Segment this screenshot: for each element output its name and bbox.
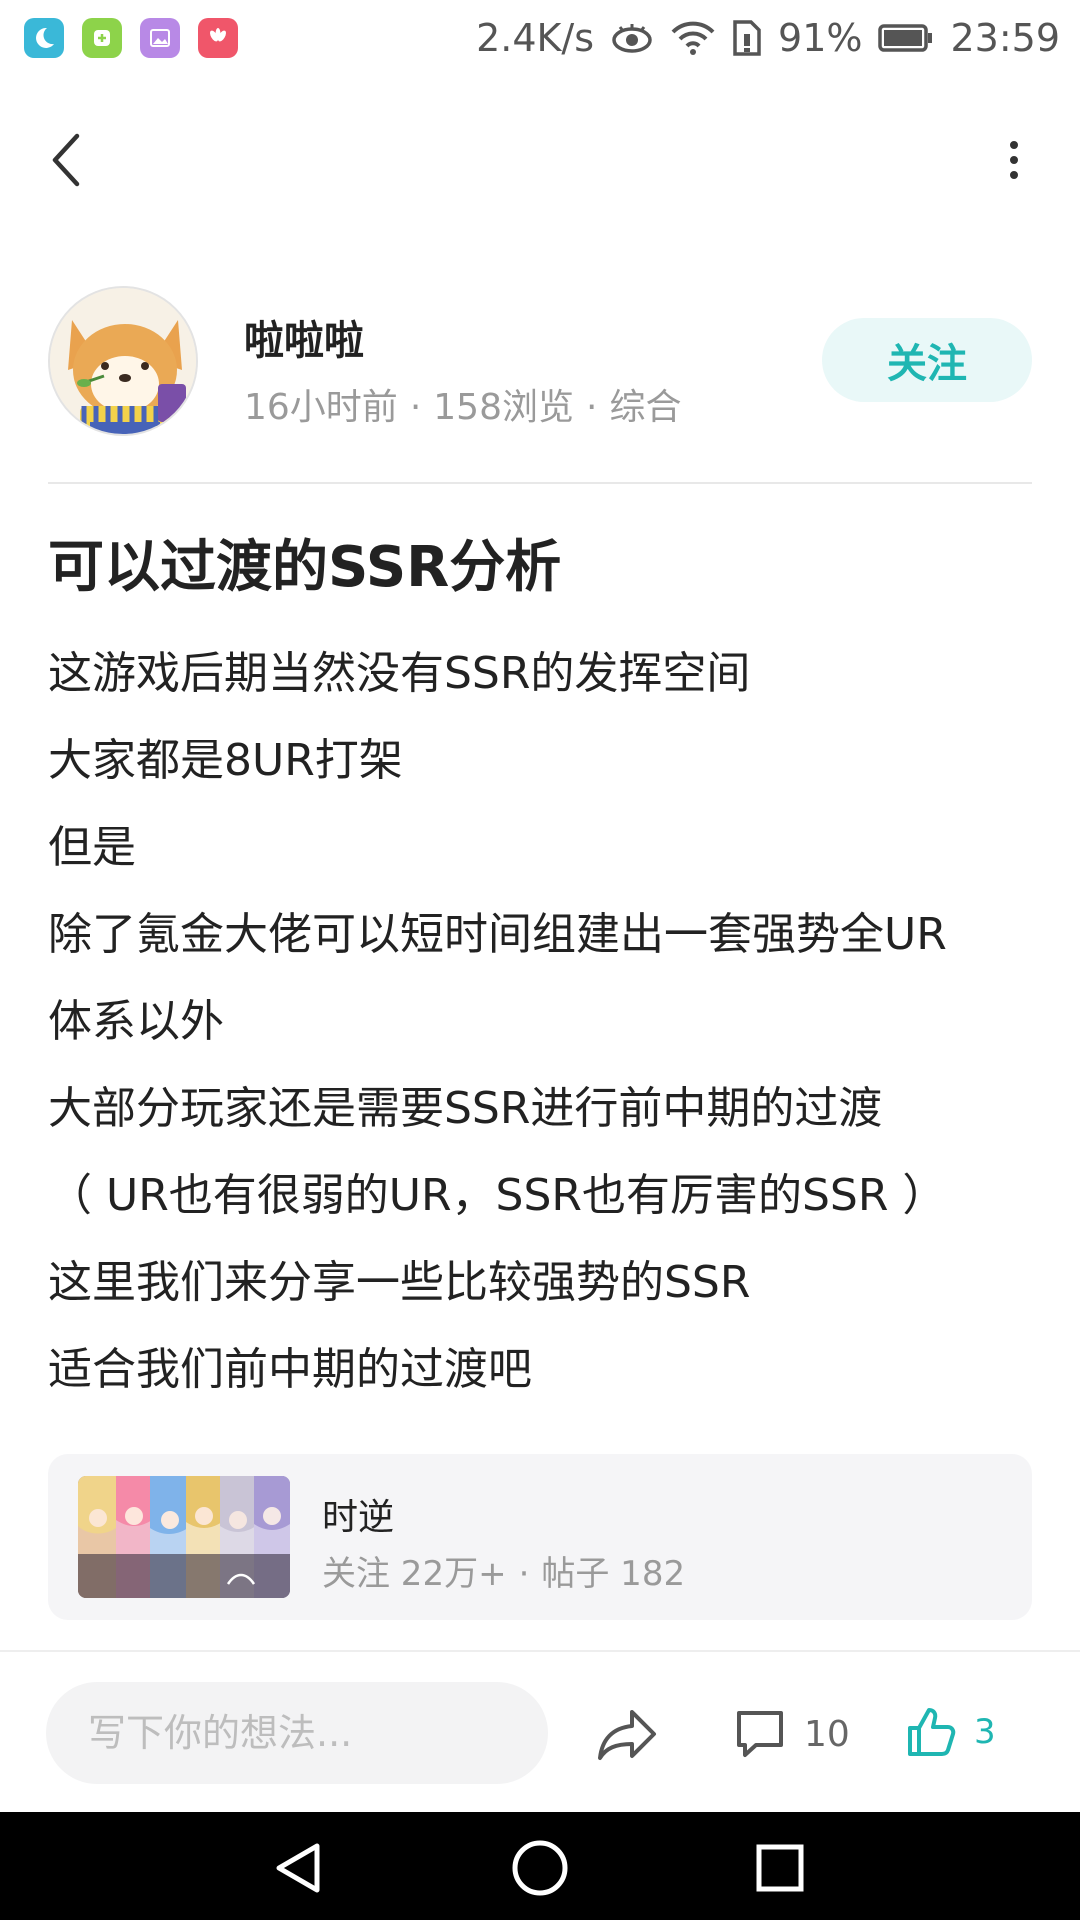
share-icon [598, 1710, 656, 1760]
shiba-avatar-illustration [50, 288, 196, 434]
game-characters-artwork [78, 1476, 290, 1598]
comment-count: 10 [804, 1713, 850, 1755]
post-paragraph: 这里我们来分享一些比较强势的SSR [48, 1257, 751, 1308]
post-meta: 16小时前 · 158浏览 · 综合 [244, 378, 681, 430]
status-bar: 2.4K/s 91% 23:59 [0, 0, 1080, 76]
more-vertical-icon [1010, 141, 1018, 179]
header-divider [48, 482, 1032, 484]
comments-button[interactable]: 10 [734, 1702, 850, 1766]
post-category: 综合 [609, 387, 682, 428]
thumbs-up-icon [908, 1708, 956, 1756]
action-bar-divider [0, 1650, 1080, 1652]
author-name[interactable]: 啦啦啦 [244, 308, 364, 366]
system-nav-bar [0, 1812, 1080, 1920]
topic-separator: · [518, 1554, 530, 1594]
post-paragraph: （ UR也有很弱的UR，SSR也有厉害的SSR ） [48, 1170, 947, 1221]
meta-separator: · [409, 387, 422, 428]
comment-input[interactable] [46, 1682, 548, 1784]
wifi-icon [671, 21, 715, 55]
topic-thumbnail [78, 1476, 290, 1598]
system-recents-button[interactable] [748, 1836, 812, 1900]
more-options-button[interactable] [984, 122, 1044, 198]
recents-square-icon [756, 1844, 804, 1892]
meta-separator: · [585, 387, 598, 428]
post-time: 16小时前 [244, 387, 398, 428]
post-paragraph: 除了氪金大佬可以短时间组建出一套强势全UR [48, 909, 947, 960]
post-paragraph: 体系以外 [48, 996, 224, 1047]
like-count: 3 [974, 1712, 996, 1752]
post-paragraph: 大家都是8UR打架 [48, 735, 403, 786]
topic-name: 时逆 [322, 1497, 395, 1538]
author-header: 啦啦啦 16小时前 · 158浏览 · 综合 关注 [48, 286, 1032, 436]
battery-percent: 91% [778, 16, 863, 60]
sim-icon [733, 20, 761, 56]
green-app-icon [82, 18, 122, 58]
back-button[interactable] [36, 122, 96, 198]
clock: 23:59 [950, 16, 1060, 60]
chevron-left-icon [52, 133, 80, 187]
post-paragraph: 大部分玩家还是需要SSR进行前中期的过渡 [48, 1083, 883, 1134]
system-back-button[interactable] [266, 1836, 330, 1900]
top-nav [0, 100, 1080, 220]
battery-icon [878, 24, 933, 52]
gallery-app-icon [140, 18, 180, 58]
notification-icons [24, 18, 238, 58]
post-paragraph: 这游戏后期当然没有SSR的发挥空间 [48, 648, 751, 699]
topic-stats: 关注 22万+ · 帖子 182 [322, 1546, 685, 1595]
like-button[interactable]: 3 [906, 1700, 996, 1764]
share-button[interactable] [596, 1704, 660, 1764]
back-triangle-icon [276, 1843, 320, 1893]
avatar[interactable] [48, 286, 198, 436]
network-speed: 2.4K/s [476, 16, 595, 60]
huawei-app-icon [198, 18, 238, 58]
topic-posts: 帖子 182 [541, 1554, 686, 1594]
post-paragraph: 适合我们前中期的过渡吧 [48, 1344, 532, 1395]
topic-card[interactable]: 时逆 关注 22万+ · 帖子 182 [48, 1454, 1032, 1620]
post-title: 可以过渡的SSR分析 [48, 535, 562, 600]
post-body: 这游戏后期当然没有SSR的发挥空间 大家都是8UR打架 但是 除了氪金大佬可以短… [48, 630, 1048, 1413]
status-indicators: 2.4K/s 91% 23:59 [476, 16, 1060, 60]
post-paragraph: 但是 [48, 822, 136, 873]
view-count: 158浏览 [433, 387, 574, 428]
comment-bubble-icon [737, 1711, 783, 1757]
home-circle-icon [512, 1840, 568, 1896]
system-home-button[interactable] [508, 1836, 572, 1900]
follow-button[interactable]: 关注 [822, 318, 1032, 402]
topic-followers: 关注 22万+ [322, 1554, 507, 1594]
eye-icon [612, 24, 652, 53]
moon-app-icon [24, 18, 64, 58]
